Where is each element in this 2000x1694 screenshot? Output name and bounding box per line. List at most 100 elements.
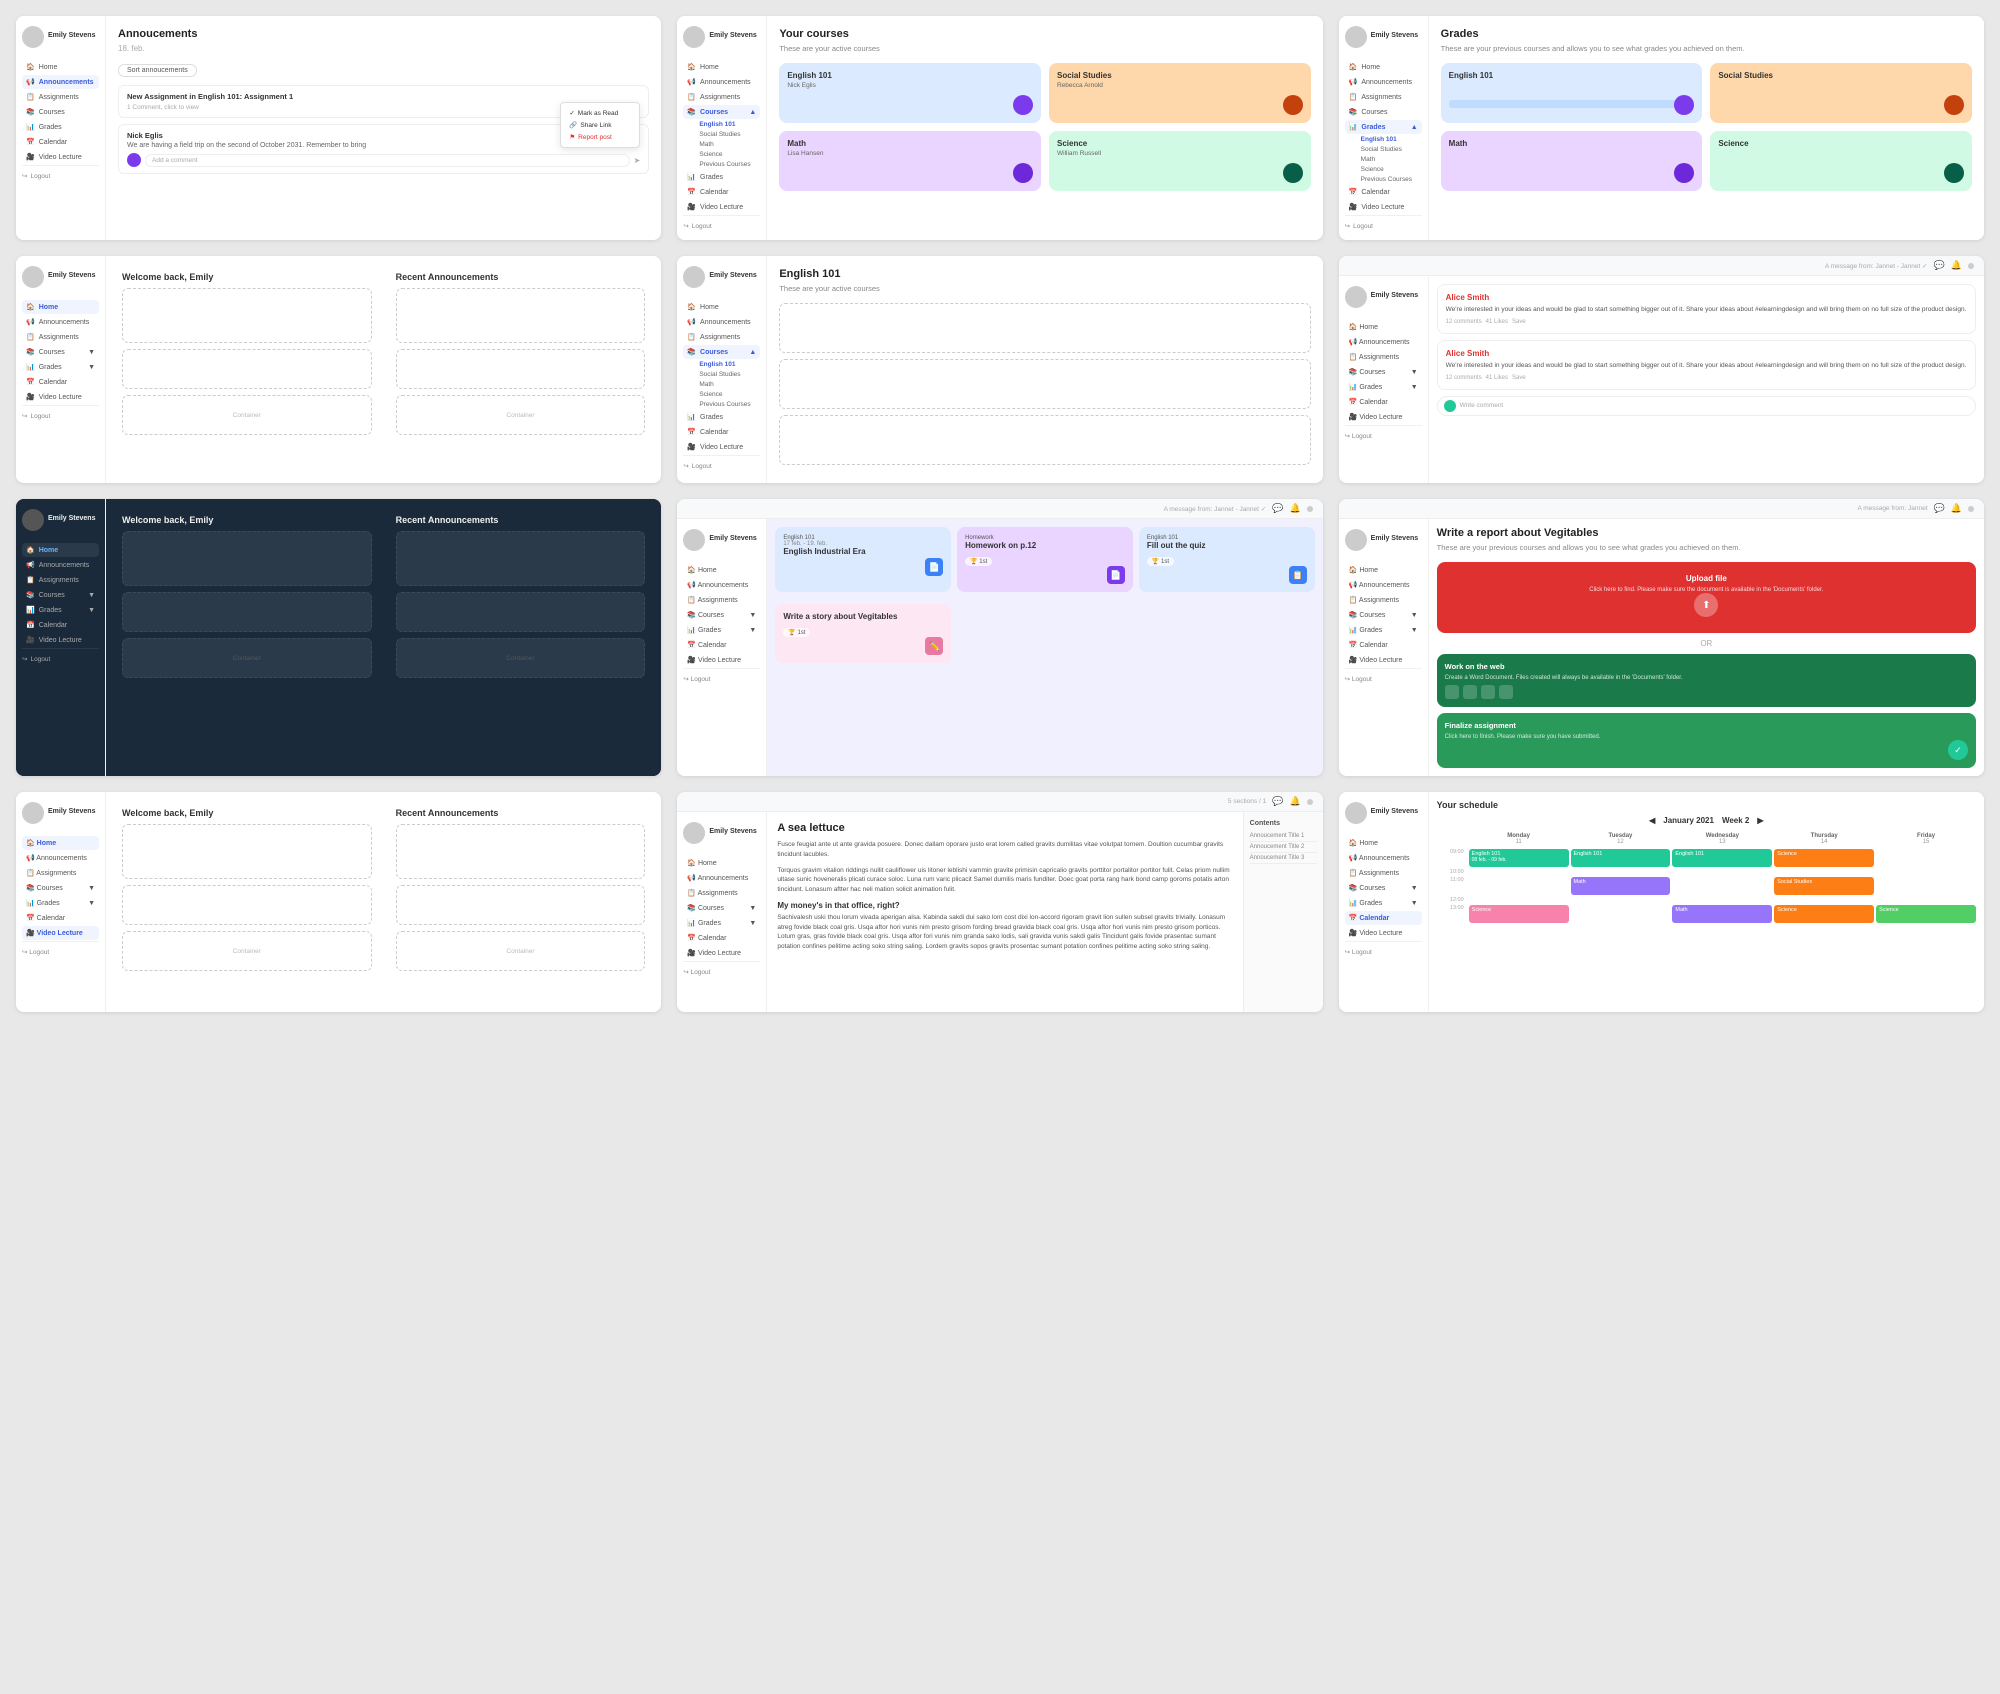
s10-grades[interactable]: 📊 Grades ▼ — [22, 896, 99, 910]
course-english[interactable]: English 101 Nick Eglis — [779, 63, 1041, 123]
comments-count[interactable]: 12 comments — [1446, 319, 1482, 325]
sidebar-home-3[interactable]: 🏠 Home — [1345, 60, 1422, 74]
toc-item-3[interactable]: Annoucement Title 3 — [1250, 853, 1317, 864]
grade-science[interactable]: Science — [1710, 131, 1972, 191]
s8-announce[interactable]: 📢 Announcements — [683, 578, 760, 592]
s10-video[interactable]: 🎥 Video Lecture — [22, 926, 99, 940]
s8-courses[interactable]: 📚 Courses ▼ — [683, 608, 760, 622]
sub-g-english-3[interactable]: English 101 — [1345, 135, 1422, 144]
sub-math-2[interactable]: Math — [683, 140, 760, 149]
menu-mark-read[interactable]: ✓ Mark as Read — [561, 107, 639, 119]
sidebar-item-grades-1[interactable]: 📊Grades — [22, 120, 99, 134]
s9-grades[interactable]: 📊 Grades ▼ — [1345, 623, 1422, 637]
sidebar-video-7[interactable]: 🎥 Video Lecture — [22, 633, 99, 647]
sidebar-video-2[interactable]: 🎥 Video Lecture — [683, 200, 760, 214]
s11-video[interactable]: 🎥 Video Lecture — [683, 946, 760, 960]
logout-3[interactable]: ↪ Logout — [1345, 222, 1422, 230]
sidebar-item-calendar-1[interactable]: 📅Calendar — [22, 135, 99, 149]
sub-g-science-3[interactable]: Science — [1345, 165, 1422, 174]
s11-grades[interactable]: 📊 Grades ▼ — [683, 916, 760, 930]
logout-11[interactable]: ↪ Logout — [683, 968, 760, 976]
menu-share-link[interactable]: 🔗 Share Link — [561, 119, 639, 131]
sidebar-grades-4[interactable]: 📊 Grades ▼ — [22, 360, 99, 374]
sidebar-announce-2[interactable]: 📢 Announcements — [683, 75, 760, 89]
s9-calendar[interactable]: 📅 Calendar — [1345, 638, 1422, 652]
course-social[interactable]: Social Studies Rebecca Arnold — [1049, 63, 1311, 123]
logout-9[interactable]: ↪ Logout — [1345, 675, 1422, 683]
logout-4[interactable]: ↪ Logout — [22, 412, 99, 420]
sched-ev-sci-thu2[interactable]: Science — [1774, 905, 1874, 923]
logout-6[interactable]: ↪ Logout — [1345, 432, 1422, 440]
sidebar-assign-2[interactable]: 📋 Assignments — [683, 90, 760, 104]
sort-btn[interactable]: Sort annoucements — [118, 64, 197, 77]
sub-g-math-3[interactable]: Math — [1345, 155, 1422, 164]
sched-ev-sci-thu[interactable]: Science — [1774, 849, 1874, 867]
sub-prev-2[interactable]: Previous Courses — [683, 160, 760, 169]
upload-area[interactable]: Upload file Click here to find. Please m… — [1437, 562, 1976, 633]
sub-english-2[interactable]: English 101 — [683, 120, 760, 129]
logout-8[interactable]: ↪ Logout — [683, 675, 760, 683]
sidebar-courses-2[interactable]: 📚 Courses ▲ — [683, 105, 760, 119]
sched-ev-sci-fri[interactable]: Science — [1876, 905, 1976, 923]
s8-assign[interactable]: 📋 Assignments — [683, 593, 760, 607]
sidebar-grades-5[interactable]: 📊 Grades — [683, 410, 760, 424]
sidebar-courses-3[interactable]: 📚 Courses — [1345, 105, 1422, 119]
save-btn[interactable]: Save — [1512, 319, 1526, 325]
sub-g-social-3[interactable]: Social Studies — [1345, 145, 1422, 154]
sidebar-home-7[interactable]: 🏠 Home — [22, 543, 99, 557]
s11-courses[interactable]: 📚 Courses ▼ — [683, 901, 760, 915]
sidebar-grades-6[interactable]: 📊 Grades ▼ — [1345, 380, 1422, 394]
likes-count-2[interactable]: 41 Likes — [1486, 375, 1508, 381]
sched-ev-sci-mon[interactable]: Science — [1469, 905, 1569, 923]
sub-m5[interactable]: Math — [683, 380, 760, 389]
s9-home[interactable]: 🏠 Home — [1345, 563, 1422, 577]
comments-count-2[interactable]: 12 comments — [1446, 375, 1482, 381]
s12-home[interactable]: 🏠 Home — [1345, 836, 1422, 850]
sidebar-assign-3[interactable]: 📋 Assignments — [1345, 90, 1422, 104]
s10-courses[interactable]: 📚 Courses ▼ — [22, 881, 99, 895]
sidebar-item-home-1[interactable]: 🏠Home — [22, 60, 99, 74]
sidebar-courses-7[interactable]: 📚 Courses ▼ — [22, 588, 99, 602]
s9-video[interactable]: 🎥 Video Lecture — [1345, 653, 1422, 667]
sidebar-assign-5[interactable]: 📋 Assignments — [683, 330, 760, 344]
sidebar-assign-4[interactable]: 📋 Assignments — [22, 330, 99, 344]
course-science[interactable]: Science William Russell — [1049, 131, 1311, 191]
s9-assign[interactable]: 📋 Assignments — [1345, 593, 1422, 607]
s10-calendar[interactable]: 📅 Calendar — [22, 911, 99, 925]
s10-home[interactable]: 🏠 Home — [22, 836, 99, 850]
logout-2[interactable]: ↪ Logout — [683, 222, 760, 230]
s10-announce[interactable]: 📢 Announcements — [22, 851, 99, 865]
reply-input-1[interactable]: Write comment — [1437, 396, 1976, 416]
s11-announce[interactable]: 📢 Announcements — [683, 871, 760, 885]
sidebar-courses-4[interactable]: 📚 Courses ▼ — [22, 345, 99, 359]
sidebar-video-4[interactable]: 🎥 Video Lecture — [22, 390, 99, 404]
course-math[interactable]: Math Lisa Hansen — [779, 131, 1041, 191]
sidebar-announce-4[interactable]: 📢 Announcements — [22, 315, 99, 329]
sidebar-calendar-7[interactable]: 📅 Calendar — [22, 618, 99, 632]
sidebar-home-4[interactable]: 🏠 Home — [22, 300, 99, 314]
sub-p5[interactable]: Previous Courses — [683, 400, 760, 409]
sidebar-announce-5[interactable]: 📢 Announcements — [683, 315, 760, 329]
sub-social-2[interactable]: Social Studies — [683, 130, 760, 139]
sidebar-calendar-4[interactable]: 📅 Calendar — [22, 375, 99, 389]
sched-ev-eng-wed[interactable]: English 101 — [1672, 849, 1772, 867]
logout-10[interactable]: ↪ Logout — [22, 948, 99, 956]
sidebar-calendar-5[interactable]: 📅 Calendar — [683, 425, 760, 439]
sidebar-assign-7[interactable]: 📋 Assignments — [22, 573, 99, 587]
comment-input[interactable]: Add a comment — [145, 154, 630, 167]
menu-report-post[interactable]: ⚑ Report post — [561, 131, 639, 143]
s12-grades[interactable]: 📊 Grades ▼ — [1345, 896, 1422, 910]
bell-icon-9[interactable]: 🔔 — [1951, 503, 1962, 514]
s12-assign[interactable]: 📋 Assignments — [1345, 866, 1422, 880]
chat-icon-11[interactable]: 💬 — [1272, 796, 1283, 807]
chat-icon-9[interactable]: 💬 — [1934, 503, 1945, 514]
sub-s5[interactable]: Social Studies — [683, 370, 760, 379]
s9-announce[interactable]: 📢 Announcements — [1345, 578, 1422, 592]
sidebar-announce-7[interactable]: 📢 Announcements — [22, 558, 99, 572]
s12-announce[interactable]: 📢 Announcements — [1345, 851, 1422, 865]
sidebar-home-6[interactable]: 🏠 Home — [1345, 320, 1422, 334]
sidebar-home-2[interactable]: 🏠 Home — [683, 60, 760, 74]
s12-video[interactable]: 🎥 Video Lecture — [1345, 926, 1422, 940]
sidebar-item-announcements-1[interactable]: 📢Announcements — [22, 75, 99, 89]
s8-home[interactable]: 🏠 Home — [683, 563, 760, 577]
